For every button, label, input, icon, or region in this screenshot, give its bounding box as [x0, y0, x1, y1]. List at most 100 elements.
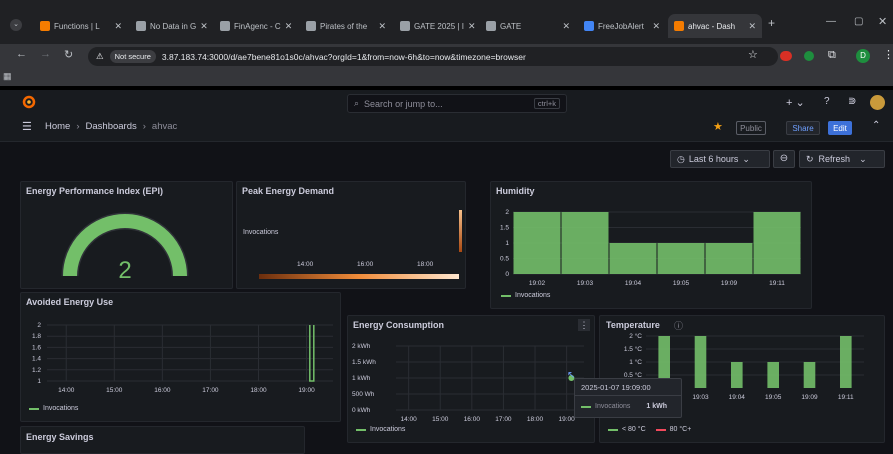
bar [731, 362, 743, 388]
new-tab-icon[interactable]: + [768, 16, 775, 30]
browser-tab[interactable]: GATE 2025 | I ✕ [394, 14, 478, 38]
close-window-icon[interactable]: ✕ [878, 15, 887, 28]
profile-avatar[interactable]: D [856, 49, 870, 63]
bar [513, 212, 561, 274]
browser-tab[interactable]: No Data in G ✕ [130, 14, 212, 38]
extension-green-icon[interactable] [804, 51, 814, 61]
zoom-out-button[interactable]: ⊖ [773, 150, 795, 168]
browser-tab[interactable]: FinAgenc - C ✕ [214, 14, 298, 38]
menu-icon[interactable]: ☰ [22, 120, 32, 133]
chevron-down-icon: ⌄ [859, 153, 867, 164]
help-icon[interactable]: ? [824, 96, 830, 107]
tab-close-icon[interactable]: ✕ [285, 21, 298, 32]
x-tick-label: 19:05 [765, 394, 782, 401]
bar [767, 362, 779, 388]
back-icon[interactable]: ← [16, 48, 27, 60]
star-icon[interactable]: ★ [713, 120, 723, 133]
browser-tab[interactable]: ahvac - Dash ✕ [668, 14, 762, 38]
browser-tab[interactable]: FreeJobAlert ✕ [578, 14, 666, 38]
tab-close-icon[interactable]: ✕ [468, 21, 478, 32]
not-secure-badge[interactable]: Not secure [109, 50, 156, 63]
breadcrumb-home[interactable]: Home [45, 121, 70, 132]
x-tick-label: 19:03 [692, 394, 709, 401]
public-badge[interactable]: Public [736, 121, 766, 135]
tab-close-icon[interactable]: ✕ [378, 21, 392, 32]
x-tick-label: 19:00 [558, 416, 575, 423]
tab-close-icon[interactable]: ✕ [114, 21, 128, 32]
x-tick-label: 15:00 [106, 387, 123, 394]
legend-item-low[interactable]: < 80 °C 80 °C+ [608, 426, 691, 433]
tab-search-icon[interactable]: ⌄ [10, 19, 22, 31]
tab-favicon-icon [136, 21, 146, 31]
tab-close-icon[interactable]: ✕ [748, 21, 762, 32]
breadcrumb-dashboards[interactable]: Dashboards [86, 121, 137, 132]
y-tick-label: 0 [505, 271, 509, 278]
minimize-icon[interactable]: — [826, 16, 836, 27]
panel-title: Peak Energy Demand [242, 186, 335, 196]
bar [803, 362, 816, 388]
x-tick-label: 16:00 [464, 416, 481, 423]
panel-humidity[interactable]: Humidity 0 0.5 1 1.5 2 19:02 19:03 19:04 19:05 19… [490, 181, 812, 309]
bar [657, 243, 705, 274]
collapse-chevron-icon[interactable]: ⌃ [872, 120, 880, 131]
y-tick-label: 1.5 °C [624, 345, 642, 353]
share-button[interactable]: Share [786, 121, 820, 135]
panel-energy-consumption[interactable]: Energy Consumption ⋮ 0 kWh 500 Wh 1 kWh 1.5… [347, 315, 595, 443]
add-icon[interactable]: + ⌄ [786, 96, 805, 109]
humidity-chart: 0 0.5 1 1.5 2 19:02 19:03 19:04 19:05 19:09 19:11 [500, 209, 801, 287]
url-text[interactable]: 3.87.183.74:3000/d/ae7bene81o1s0c/ahvac?… [162, 52, 526, 62]
x-tick-label: 17:00 [495, 416, 512, 423]
x-tick-label: 15:00 [432, 416, 449, 423]
reload-icon[interactable]: ↻ [64, 48, 73, 61]
color-scale [259, 274, 459, 279]
x-tick: 18:00 [417, 261, 434, 268]
tab-favicon-icon [306, 21, 316, 31]
browser-tab[interactable]: GATE ✕ [480, 14, 576, 38]
search-input[interactable]: ⌕ Search or jump to... ctrl+k [347, 94, 567, 113]
user-avatar[interactable] [870, 95, 885, 110]
news-icon[interactable]: ⋑ [848, 96, 856, 107]
energy-consumption-chart: 0 kWh 500 Wh 1 kWh 1.5 kWh 2 kWh 14:00 15:00 16… [352, 343, 584, 423]
x-tick-label: 14:00 [400, 416, 417, 423]
time-range-label: Last 6 hours [688, 154, 739, 164]
legend-swatch [356, 428, 366, 431]
edit-button[interactable]: Edit [828, 121, 852, 135]
x-tick-label: 19:09 [801, 394, 818, 401]
legend-swatch [29, 407, 39, 410]
tab-favicon-icon [400, 21, 410, 31]
refresh-button[interactable]: ↻ Refresh ⌄ [799, 150, 885, 168]
legend-swatch-high [655, 428, 666, 431]
url-field[interactable]: ⚠ Not secure 3.87.183.74:3000/d/ae7bene8… [88, 47, 778, 66]
chart-tooltip: 2025-01-07 19:09:00 Invocations 1 kWh [574, 378, 682, 418]
state-marker [459, 210, 462, 252]
extension-icon[interactable] [780, 51, 792, 61]
browser-menu-icon[interactable]: ⋮ [883, 48, 893, 61]
legend-item[interactable]: Invocations [29, 405, 78, 412]
panel-epi[interactable]: Energy Performance Index (EPI) 2 [20, 181, 233, 289]
tab-favicon-icon [486, 21, 496, 31]
avoided-energy-chart: 1 1.2 1.4 1.6 1.8 2 14:00 15:00 16:00 17:00 18:00 1… [32, 322, 333, 394]
forward-icon[interactable]: → [40, 48, 51, 60]
tab-close-icon[interactable]: ✕ [562, 21, 576, 32]
y-tick-label: 1.6 [32, 344, 41, 351]
tooltip-divider [575, 395, 681, 396]
search-icon: ⌕ [354, 98, 360, 108]
tab-close-icon[interactable]: ✕ [200, 21, 212, 32]
panel-energy-savings[interactable]: Energy Savings [20, 426, 305, 454]
tab-favicon-icon [584, 21, 594, 31]
grafana-logo-icon[interactable] [22, 95, 36, 109]
x-tick-label: 16:00 [154, 387, 171, 394]
browser-tab[interactable]: Pirates of the ✕ [300, 14, 392, 38]
time-range-picker[interactable]: ◷ Last 6 hours ⌄ [670, 150, 770, 168]
extensions-puzzle-icon[interactable]: ⧉ [828, 49, 836, 62]
restore-icon[interactable]: ▢ [854, 16, 863, 27]
apps-grid-icon[interactable]: ▦ [3, 71, 12, 82]
panel-avoided-energy[interactable]: Avoided Energy Use 1 1.2 1.4 1.6 1.8 2 14:00 15… [20, 292, 341, 422]
bookmark-star-icon[interactable]: ☆ [748, 48, 758, 61]
panel-title: Energy Savings [26, 432, 94, 442]
tab-close-icon[interactable]: ✕ [652, 21, 666, 32]
panel-peak-energy[interactable]: Peak Energy Demand Invocations 14:00 16:… [236, 181, 466, 289]
legend-item[interactable]: Invocations [356, 426, 405, 433]
browser-tab[interactable]: Functions | L ✕ [34, 14, 128, 38]
legend-item[interactable]: Invocations [501, 292, 550, 299]
